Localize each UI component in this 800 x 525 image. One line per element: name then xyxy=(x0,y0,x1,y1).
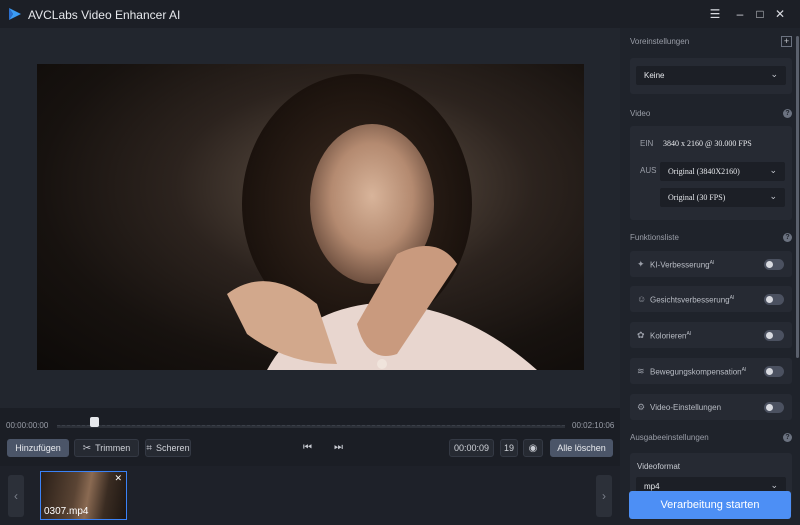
video-help-icon[interactable]: ? xyxy=(783,109,792,118)
video-format-label: Videoformat xyxy=(637,462,680,471)
previous-frame-icon[interactable]: ⏮ xyxy=(303,442,312,453)
features-help-icon[interactable]: ? xyxy=(783,233,792,242)
timeline-track[interactable] xyxy=(57,425,565,428)
settings-panel: Voreinstellungen + Keine ⌄ Video ? EIN 3… xyxy=(620,28,800,525)
maximize-button[interactable]: □ xyxy=(750,4,770,24)
timeline-start-time: 00:00:00:00 xyxy=(6,421,49,430)
panel-scrollbar[interactable] xyxy=(796,36,799,358)
add-button[interactable]: Hinzufügen xyxy=(7,439,69,457)
thumbnail-filename: 0307.mp4 xyxy=(44,506,89,517)
timecode-field[interactable]: 00:00:09 xyxy=(449,439,494,457)
face-icon: ☺ xyxy=(637,294,647,304)
feature-label: Kolorieren xyxy=(650,331,687,341)
ai-badge: AI xyxy=(741,367,747,373)
preview-toggle-button[interactable]: ◉ xyxy=(523,439,543,457)
add-preset-icon[interactable]: + xyxy=(781,36,792,47)
timeline: 00:00:00:00 00:02:10:06 xyxy=(0,408,620,434)
playhead-handle[interactable] xyxy=(90,417,99,427)
toolbar: Hinzufügen ✂ Trimmen ⌗ Scheren ⏮ ⏭ 00:00… xyxy=(0,434,620,464)
add-button-label: Hinzufügen xyxy=(15,443,61,453)
app-logo-icon xyxy=(9,8,21,20)
output-resolution-select[interactable]: Original (3840X2160) ⌄ xyxy=(660,162,785,181)
timecode-value: 00:00:09 xyxy=(453,443,490,453)
feature-video-settings[interactable]: ⚙ Video-Einstellungen xyxy=(630,394,792,420)
minimize-button[interactable]: – xyxy=(730,4,750,24)
ai-badge: AI xyxy=(686,331,692,337)
ai-badge: AI xyxy=(729,295,735,301)
menu-icon[interactable]: ☰ xyxy=(705,4,725,24)
trim-button-label: Trimmen xyxy=(95,443,131,453)
feature-face-enhancement[interactable]: ☺ GesichtsverbesserungAI xyxy=(630,286,792,312)
feature-label: Bewegungskompensation xyxy=(650,367,742,377)
preview-area xyxy=(0,28,620,408)
clear-all-label: Alle löschen xyxy=(557,443,606,453)
scissors-icon: ✂ xyxy=(82,442,92,454)
output-fps-select[interactable]: Original (30 FPS) ⌄ xyxy=(660,188,785,207)
feature-label: Video-Einstellungen xyxy=(650,403,722,412)
eye-icon: ◉ xyxy=(528,442,538,454)
chevron-down-icon: ⌄ xyxy=(770,69,778,79)
output-fps-value: Original (30 FPS) xyxy=(668,193,726,202)
crop-button[interactable]: ⌗ Scheren xyxy=(145,439,191,457)
presets-select[interactable]: Keine ⌄ xyxy=(636,66,786,85)
output-help-icon[interactable]: ? xyxy=(783,433,792,442)
ai-enhancement-toggle[interactable] xyxy=(764,259,784,270)
sparkle-icon: ✦ xyxy=(637,259,645,269)
feature-label: Gesichtsverbesserung xyxy=(650,295,730,305)
crop-button-label: Scheren xyxy=(156,443,190,453)
feature-ai-enhancement[interactable]: ✦ KI-VerbesserungAI xyxy=(630,251,792,277)
input-label: EIN xyxy=(640,139,654,148)
ai-badge: AI xyxy=(709,260,715,266)
crop-icon: ⌗ xyxy=(146,442,153,454)
frame-value: 19 xyxy=(503,443,514,453)
video-section-label: Video xyxy=(630,109,651,118)
start-processing-label: Verarbeitung starten xyxy=(660,499,760,511)
thumbnail-item[interactable]: ✕ 0307.mp4 xyxy=(40,471,127,520)
chevron-down-icon: ⌄ xyxy=(769,191,777,201)
output-label: AUS xyxy=(640,166,657,175)
motion-icon: ≋ xyxy=(637,366,645,376)
video-card: EIN 3840 x 2160 @ 30.000 FPS AUS Origina… xyxy=(630,126,792,220)
output-section-label: Ausgabeeinstellungen xyxy=(630,433,709,442)
chevron-down-icon: ⌄ xyxy=(770,480,778,490)
app-title: AVCLabs Video Enhancer AI xyxy=(28,8,181,22)
close-button[interactable]: ✕ xyxy=(770,4,790,24)
remove-thumbnail-icon[interactable]: ✕ xyxy=(114,473,122,484)
thumbnail-prev-button[interactable]: ‹ xyxy=(8,475,24,517)
video-format-value: mp4 xyxy=(644,482,660,491)
output-resolution-value: Original (3840X2160) xyxy=(668,167,740,176)
next-frame-icon[interactable]: ⏭ xyxy=(334,442,343,453)
thumbnail-next-button[interactable]: › xyxy=(596,475,612,517)
colorize-toggle[interactable] xyxy=(764,330,784,341)
frame-field[interactable]: 19 xyxy=(500,439,518,457)
trim-button[interactable]: ✂ Trimmen xyxy=(74,439,139,457)
start-processing-button[interactable]: Verarbeitung starten xyxy=(629,491,791,519)
feature-label: KI-Verbesserung xyxy=(650,260,710,270)
chevron-down-icon: ⌄ xyxy=(769,165,777,175)
presets-value: Keine xyxy=(644,71,665,80)
feature-colorize[interactable]: ✿ KolorierenAI xyxy=(630,322,792,348)
features-section-label: Funktionsliste xyxy=(630,233,679,242)
clear-all-button[interactable]: Alle löschen xyxy=(550,439,613,457)
palette-icon: ✿ xyxy=(637,330,645,340)
input-value: 3840 x 2160 @ 30.000 FPS xyxy=(663,139,752,148)
title-bar: AVCLabs Video Enhancer AI ☰ – □ ✕ xyxy=(0,0,800,28)
video-preview xyxy=(37,64,584,370)
presets-section-label: Voreinstellungen xyxy=(630,37,690,46)
motion-compensation-toggle[interactable] xyxy=(764,366,784,377)
face-enhancement-toggle[interactable] xyxy=(764,294,784,305)
presets-card: Keine ⌄ xyxy=(630,58,792,94)
timeline-end-time: 00:02:10:06 xyxy=(572,421,615,430)
feature-motion-compensation[interactable]: ≋ BewegungskompensationAI xyxy=(630,358,792,384)
video-frame-image xyxy=(227,74,537,370)
video-settings-toggle[interactable] xyxy=(764,402,784,413)
gear-icon: ⚙ xyxy=(637,402,646,412)
